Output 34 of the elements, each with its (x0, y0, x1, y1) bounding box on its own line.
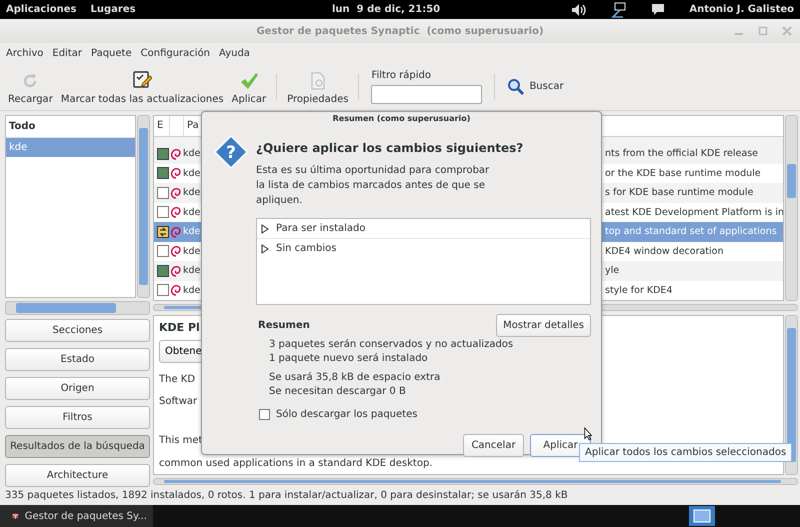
dialog-heading: ¿Quiere aplicar los cambios siguientes? (256, 141, 524, 155)
summary-text: Se necesitan descargar 0 B (269, 386, 407, 397)
package-description: atest KDE Development Platform is in (605, 206, 783, 218)
status-text: 335 paquetes listados, 1892 instalados, 0 rotos. 1 para instalar/actualizar, 0 para desinstalar; se usarán 35,8 kB (4, 489, 569, 503)
package-name: kde (183, 284, 200, 296)
package-name: kde (183, 265, 200, 276)
package-name: kde (183, 246, 200, 257)
package-description: nts from the official KDE release (605, 148, 760, 160)
summary-title: Resumen (257, 320, 310, 331)
package-name: kde (183, 168, 200, 179)
filter-label: Filtro rápido (371, 70, 432, 80)
package-description: yle (605, 265, 620, 276)
package-name: kde (183, 187, 200, 198)
dialog-title: Resumen (como superusuario) (332, 113, 472, 125)
tooltip: Aplicar todos los cambios seleccionados (579, 443, 792, 462)
question-icon: ? (214, 135, 248, 169)
package-description: top and standard set of applications (605, 226, 778, 238)
description-text: common used applications in a standard KDE desktop. (159, 458, 432, 469)
package-title: KDE Pl (159, 321, 200, 334)
window-title: Gestor de paquetes Synaptic (como superusuario) (256, 26, 544, 36)
summary-text: Se usará 35,8 kB de espacio extra (269, 372, 442, 383)
package-description: or the KDE base runtime module (605, 168, 762, 179)
dialog-message: Esta es su última oportunidad para comprobar la lista de cambios marcados antes de que se apliquen. (256, 164, 490, 208)
package-name: kde (183, 148, 200, 160)
package-name: kde (183, 226, 200, 238)
package-name: kde (183, 206, 200, 218)
package-description: s for KDE base runtime module (605, 187, 754, 198)
summary-text: 3 paquetes serán conservados y no actualizados (269, 339, 514, 350)
package-description: KDE4 window decoration (605, 246, 725, 257)
description-text: The KD (159, 374, 196, 385)
description-text: This met (159, 435, 202, 446)
description-text: Softwar (159, 396, 198, 407)
package-description: style for KDE4 (605, 284, 674, 296)
summary-text: 1 paquete nuevo será instalado (269, 353, 429, 364)
